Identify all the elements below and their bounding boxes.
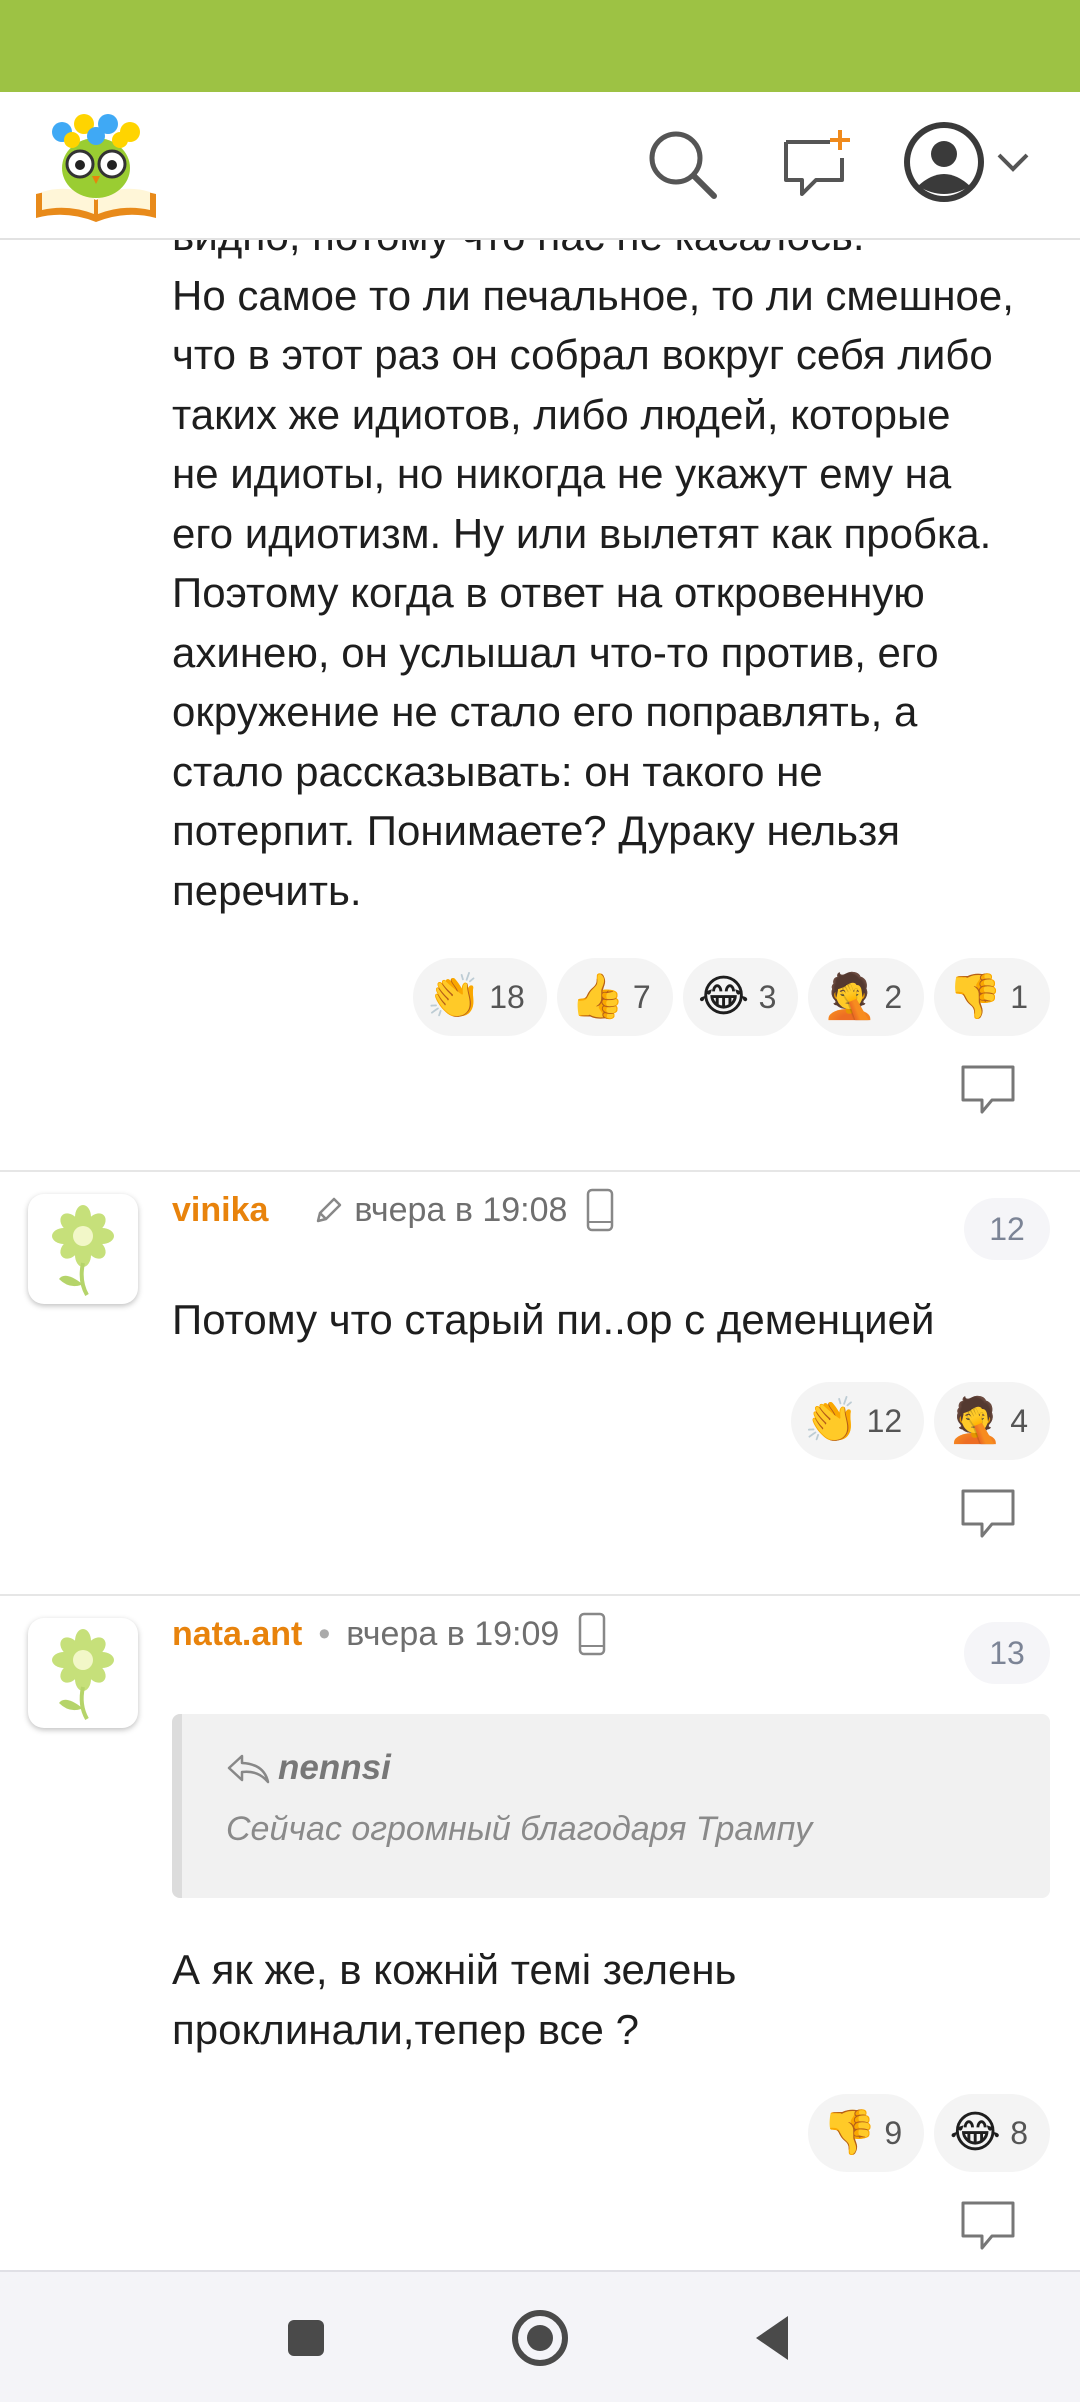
thumbs-down-icon: 👎: [822, 2107, 877, 2158]
reaction-thumbs-up[interactable]: 👍 7: [556, 958, 673, 1036]
comment-body: видно, потому что нас не касалось. Но са…: [172, 240, 1050, 920]
meta-separator: •: [318, 1614, 331, 1653]
author-name[interactable]: nata.ant: [172, 1615, 302, 1654]
comment-time: вчера в 19:09: [346, 1614, 560, 1653]
reaction-count: 2: [884, 978, 903, 1015]
laughing-icon: 😂: [697, 971, 750, 1022]
comment-line: таких же идиотов, либо людей, которые: [172, 390, 951, 438]
facepalm-icon: 🤦: [947, 1395, 1003, 1446]
reply-icon[interactable]: [960, 1064, 1016, 1116]
reaction-count: 7: [632, 978, 651, 1015]
reaction-clap[interactable]: 👏 18: [413, 958, 547, 1036]
comment-body: А як же, в кожній темі зелень проклинали…: [172, 1940, 1050, 2059]
flower-avatar-icon: [52, 1205, 114, 1296]
facepalm-icon: 🤦: [822, 971, 877, 1022]
reaction-count: 12: [866, 1402, 903, 1439]
comment-meta: vinika вчера в 19:08: [172, 1180, 615, 1240]
reactions-bar: 👎 9 😂 8: [808, 2094, 1050, 2172]
user-avatar-icon[interactable]: [902, 120, 986, 204]
comment-line: Но самое то ли печальное, то ли смешное,: [172, 271, 1014, 319]
quote-author: nennsi: [278, 1748, 391, 1787]
comment-line: потерпит. Понимаете? Дураку нельзя: [172, 807, 901, 854]
clap-icon: 👏: [426, 971, 482, 1022]
comment-time: вчера в 19:08: [354, 1190, 568, 1229]
comment-meta: nata.ant • вчера в 19:09: [172, 1604, 607, 1664]
status-bar: [0, 0, 1080, 92]
reaction-thumbs-down[interactable]: 👎 9: [808, 2094, 925, 2172]
reaction-laugh[interactable]: 😂 8: [934, 2094, 1050, 2172]
comment-line: А як же, в кожній темі зелень: [172, 1946, 737, 1993]
author-name[interactable]: vinika: [172, 1191, 268, 1230]
comment-number[interactable]: 13: [964, 1622, 1050, 1684]
reactions-bar: 👏 12 🤦 4: [790, 1382, 1050, 1460]
system-navigation-bar: [0, 2270, 1080, 2402]
reaction-thumbs-down[interactable]: 👎 1: [934, 958, 1050, 1036]
search-icon[interactable]: [646, 128, 720, 202]
thumbs-down-icon: 👎: [947, 971, 1003, 1022]
flower-avatar-icon: [52, 1629, 114, 1720]
reply-icon[interactable]: [960, 2200, 1016, 2252]
reply-icon[interactable]: [960, 1488, 1016, 1540]
comment-line: не идиоты, но никогда не укажут ему на: [172, 450, 952, 497]
quoted-reply[interactable]: nennsi Сейчас огромный благодаря Трампу: [172, 1714, 1050, 1898]
reaction-facepalm[interactable]: 🤦 2: [808, 958, 925, 1036]
comment-line: его идиотизм. Ну или вылетят как пробка.: [172, 509, 992, 557]
comments-feed: видно, потому что нас не касалось. Но са…: [0, 240, 1080, 2270]
comment-line: что в этот раз он собрал вокруг себя либ…: [172, 331, 993, 378]
reply-arrow-icon: [227, 1754, 270, 1784]
comment-number[interactable]: 12: [964, 1198, 1050, 1260]
reaction-count: 4: [1010, 1402, 1028, 1439]
laughing-icon: 😂: [949, 2107, 1001, 2158]
add-comment-icon[interactable]: [780, 128, 852, 200]
thumbs-up-icon: 👍: [570, 971, 626, 1022]
quote-author-row: nennsi: [226, 1748, 1006, 1788]
reaction-count: 1: [1010, 978, 1028, 1015]
reaction-facepalm[interactable]: 🤦 4: [934, 1382, 1050, 1460]
comment-line: перечить.: [172, 866, 362, 914]
reaction-laugh[interactable]: 😂 3: [682, 958, 799, 1036]
reaction-count: 18: [489, 978, 525, 1015]
reaction-clap[interactable]: 👏 12: [790, 1382, 925, 1460]
chevron-down-icon[interactable]: [996, 152, 1030, 174]
back-icon[interactable]: [752, 2314, 792, 2362]
avatar[interactable]: [28, 1194, 138, 1304]
recent-apps-icon[interactable]: [286, 2318, 326, 2358]
comment-line: видно, потому что нас не касалось.: [172, 240, 1050, 266]
home-icon[interactable]: [510, 2308, 570, 2368]
site-logo[interactable]: [32, 106, 160, 224]
reaction-count: 9: [884, 2114, 903, 2151]
reaction-count: 8: [1010, 2114, 1028, 2151]
comment-line: окружение не стало его поправлять, а: [172, 688, 918, 735]
mobile-device-icon: [579, 1612, 606, 1656]
clap-icon: 👏: [804, 1395, 859, 1446]
site-header: [0, 92, 1080, 240]
edited-pencil-icon: [317, 1197, 342, 1223]
reactions-bar: 👏 18 👍 7 😂 3 🤦 2 👎 1: [413, 958, 1050, 1036]
comment-line: ахинею, он услышал что-то против, его: [172, 628, 939, 676]
mobile-device-icon: [587, 1188, 614, 1232]
quote-text: Сейчас огромный благодаря Трампу: [226, 1810, 813, 1848]
comment-line: стало рассказывать: он такого не: [172, 747, 823, 795]
avatar[interactable]: [28, 1618, 138, 1728]
comment-divider: [0, 1594, 1080, 1596]
comment-line: проклинали,тепер все ?: [172, 2005, 639, 2053]
comment-body: Потому что старый пи..ор с деменцией: [172, 1296, 935, 1343]
reaction-count: 3: [758, 978, 777, 1015]
comment-line: Поэтому когда в ответ на откровенную: [172, 569, 925, 616]
owl-on-book-logo: [36, 114, 156, 222]
comment-divider: [0, 1170, 1080, 1172]
